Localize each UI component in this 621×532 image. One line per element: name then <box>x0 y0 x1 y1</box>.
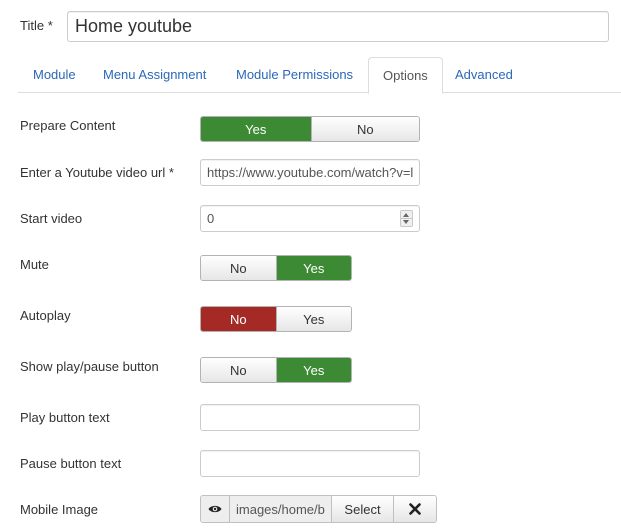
show-play-pause-yes-button[interactable]: Yes <box>275 358 351 382</box>
mobile-image-value: images/home/b <box>236 501 325 517</box>
pause-button-text-input[interactable] <box>200 450 420 477</box>
play-button-text-input[interactable] <box>200 404 420 431</box>
show-play-pause-no-button[interactable]: No <box>201 358 276 382</box>
spinner-down-icon[interactable] <box>403 220 409 224</box>
prepare-content-no-button[interactable]: No <box>310 117 419 141</box>
mobile-image-label: Mobile Image <box>20 502 99 517</box>
pause-button-text-label: Pause button text <box>20 456 122 471</box>
play-button-text-label: Play button text <box>20 410 110 425</box>
mute-yes-button[interactable]: Yes <box>275 256 351 280</box>
spinner-divider <box>401 218 412 219</box>
eye-icon[interactable] <box>201 496 230 522</box>
youtube-url-input[interactable]: https://www.youtube.com/watch?v=l <box>200 159 420 186</box>
select-image-button[interactable]: Select <box>332 496 394 522</box>
autoplay-toggle: No Yes <box>200 306 352 332</box>
prepare-content-label: Prepare Content <box>20 118 116 133</box>
mute-no-button[interactable]: No <box>201 256 276 280</box>
mute-label: Mute <box>20 257 49 272</box>
title-label: Title * <box>20 18 53 33</box>
start-video-value: 0 <box>207 211 215 226</box>
show-play-pause-toggle: No Yes <box>200 357 352 383</box>
tab-options[interactable]: Options <box>368 57 443 94</box>
title-input[interactable] <box>67 11 609 42</box>
youtube-url-value: https://www.youtube.com/watch?v=l <box>207 165 414 180</box>
tab-module[interactable]: Module <box>19 57 90 92</box>
tab-module-permissions[interactable]: Module Permissions <box>222 57 367 92</box>
tab-advanced[interactable]: Advanced <box>441 57 527 92</box>
close-icon <box>409 503 421 515</box>
tab-menu-assignment[interactable]: Menu Assignment <box>89 57 220 92</box>
start-video-label: Start video <box>20 211 83 226</box>
prepare-content-yes-button[interactable]: Yes <box>201 117 311 141</box>
prepare-content-toggle: Yes No <box>200 116 420 142</box>
start-video-input[interactable]: 0 <box>200 205 420 232</box>
tabs-divider <box>18 92 621 93</box>
mobile-image-field: images/home/b Select <box>200 495 437 523</box>
show-play-pause-label: Show play/pause button <box>20 359 159 374</box>
autoplay-yes-button[interactable]: Yes <box>275 307 351 331</box>
mobile-image-path: images/home/b <box>230 496 332 522</box>
clear-image-button[interactable] <box>394 496 436 522</box>
autoplay-no-button[interactable]: No <box>201 307 276 331</box>
number-spinner[interactable] <box>400 210 413 227</box>
autoplay-label: Autoplay <box>20 308 71 323</box>
mute-toggle: No Yes <box>200 255 352 281</box>
youtube-url-label: Enter a Youtube video url * <box>20 165 174 180</box>
spinner-up-icon[interactable] <box>403 213 409 217</box>
